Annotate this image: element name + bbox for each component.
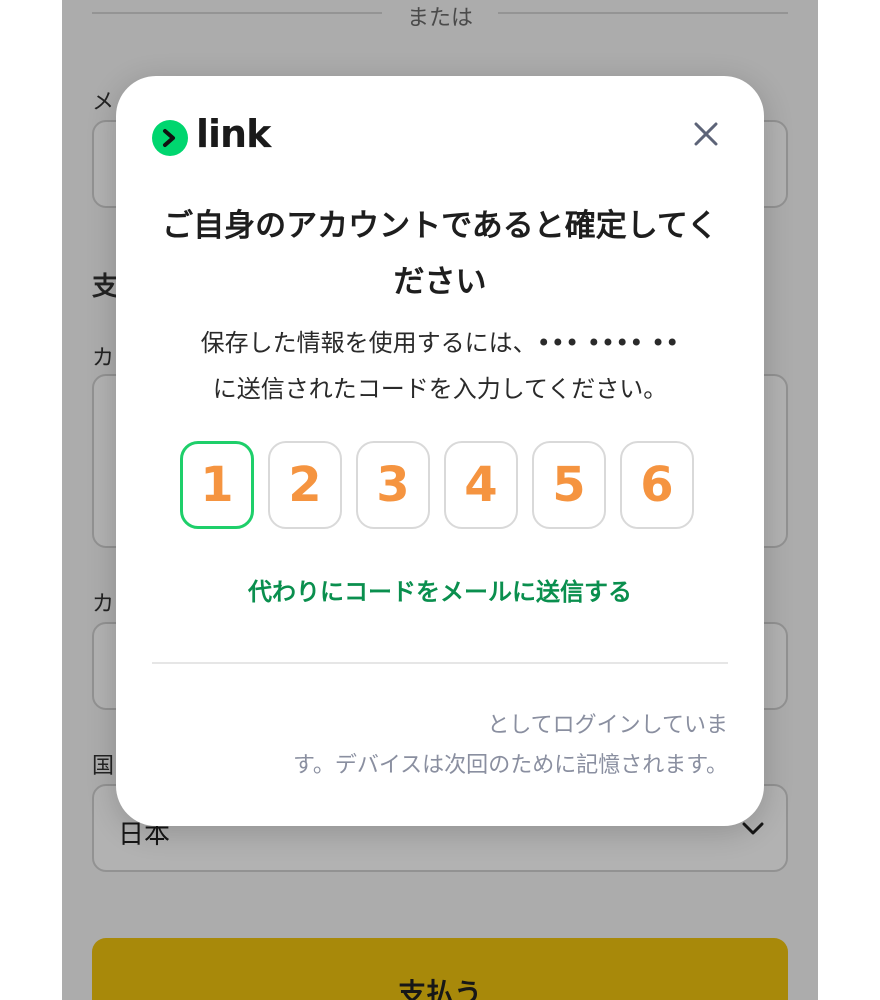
- dialog-divider: [152, 662, 728, 664]
- left-margin: [0, 0, 62, 1000]
- send-code-by-email-link[interactable]: 代わりにコードをメールに送信する: [116, 572, 764, 607]
- footer-line-1: としてログインしていま: [487, 713, 728, 738]
- link-logo-text: link: [196, 112, 271, 156]
- description-line-2: に送信されたコードを入力してください。: [212, 375, 668, 403]
- dialog-description: 保存した情報を使用するには、••• •••• •• に送信されたコードを入力して…: [152, 320, 728, 412]
- otp-digit-6[interactable]: 6: [620, 441, 694, 529]
- otp-digit-5[interactable]: 5: [532, 441, 606, 529]
- otp-digit-4[interactable]: 4: [444, 441, 518, 529]
- link-verification-dialog: link ご自身のアカウントであると確定してください 保存した情報を使用するには…: [116, 76, 764, 826]
- link-logo-icon: [152, 120, 188, 156]
- close-icon[interactable]: [692, 120, 720, 148]
- description-line-1: 保存した情報を使用するには、••• •••• ••: [200, 329, 680, 357]
- right-margin: [818, 0, 880, 1000]
- otp-digit-1[interactable]: 1: [180, 441, 254, 529]
- otp-digit-2[interactable]: 2: [268, 441, 342, 529]
- footer-line-2: す。デバイスは次回のために記憶されます。: [293, 753, 728, 778]
- otp-digit-3[interactable]: 3: [356, 441, 430, 529]
- dialog-footer-note: としてログインしていま す。デバイスは次回のために記憶されます。: [152, 706, 728, 786]
- dialog-title: ご自身のアカウントであると確定してください: [162, 208, 718, 300]
